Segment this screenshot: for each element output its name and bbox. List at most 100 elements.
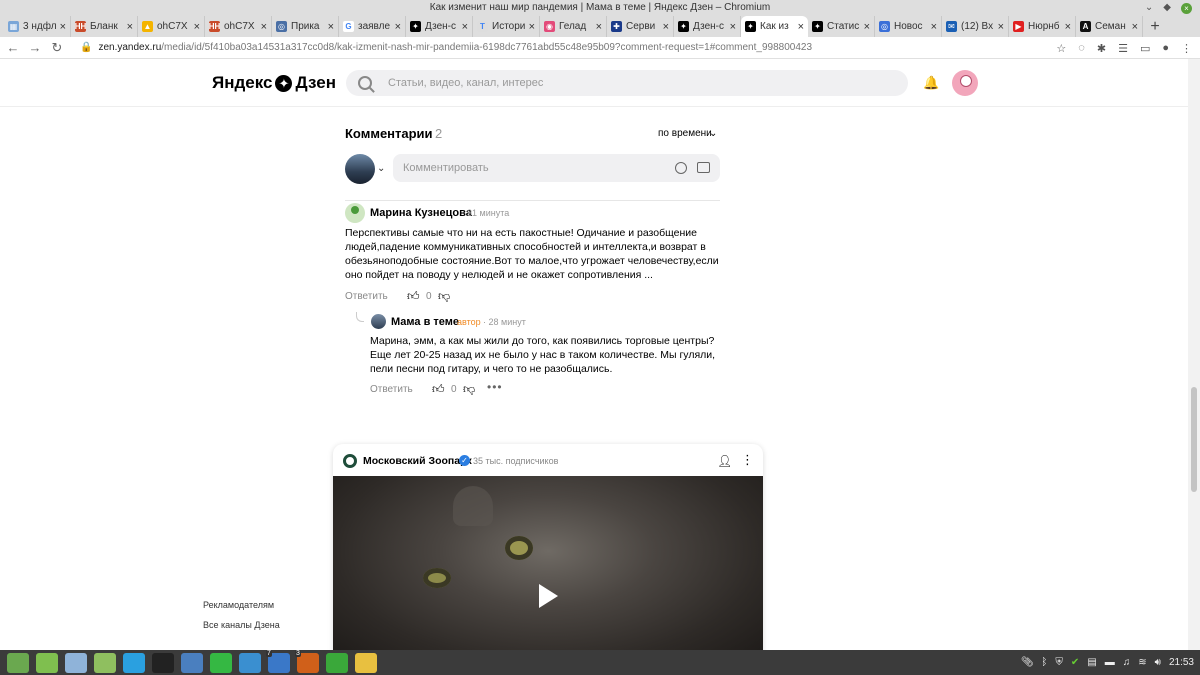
clipboard-icon[interactable]: ▤ — [1087, 657, 1096, 668]
comment-author[interactable]: Мама в теме — [391, 316, 459, 328]
browser-tab[interactable]: ◎ Прика × — [272, 16, 339, 37]
browser-tab[interactable]: ◉ Гелад × — [540, 16, 607, 37]
bell-icon[interactable]: 🔔 — [923, 75, 939, 91]
new-tab-button[interactable]: + — [1143, 16, 1167, 37]
browser-tab[interactable]: НН Бланк × — [71, 16, 138, 37]
folder-icon[interactable] — [94, 652, 116, 673]
tab-close-icon[interactable]: × — [1132, 21, 1138, 33]
lock-icon[interactable]: 🔒 — [80, 42, 92, 53]
thumbs-down-icon[interactable]: 👎︎ — [438, 289, 450, 304]
browser-tab[interactable]: ▶ Нюрнб × — [1009, 16, 1076, 37]
browser-tab[interactable]: НН ohC7X × — [205, 16, 272, 37]
scrollbar-track[interactable] — [1188, 59, 1200, 650]
tab-close-icon[interactable]: × — [663, 21, 669, 33]
flag-ru-icon[interactable]: ▬ — [1105, 657, 1115, 668]
sort-dropdown[interactable]: по времени — [658, 128, 712, 139]
kebab-menu-icon[interactable]: ⋮ — [1181, 42, 1192, 55]
mint-menu-icon[interactable] — [7, 652, 29, 673]
calc-icon[interactable] — [326, 652, 348, 673]
tab-close-icon[interactable]: × — [998, 21, 1004, 33]
files-icon[interactable] — [36, 652, 58, 673]
browser-tab[interactable]: ✚ Серви × — [607, 16, 674, 37]
thumbs-down-icon[interactable]: 👎︎ — [463, 382, 475, 397]
browser-tab[interactable]: A Семан × — [1076, 16, 1143, 37]
tab-close-icon[interactable]: × — [798, 21, 804, 33]
browser-tab[interactable]: ✦ Дзен-с × — [674, 16, 741, 37]
advertisers-link[interactable]: Рекламодателям — [203, 600, 274, 610]
url-field[interactable]: zen.yandex.ru/media/id/5f410ba03a14531a3… — [98, 42, 812, 53]
window-icon[interactable]: ▭ — [1140, 42, 1150, 55]
tab-close-icon[interactable]: × — [261, 21, 267, 33]
impress-icon[interactable]: 3 — [295, 649, 319, 673]
play-icon[interactable] — [539, 584, 558, 608]
skype-icon[interactable] — [123, 652, 145, 673]
browser-tab[interactable]: ◎ Новос × — [875, 16, 942, 37]
yandex-zen-logo[interactable]: Яндекс ✦ Дзен — [212, 73, 336, 93]
playlist-icon[interactable]: ☰ — [1118, 42, 1128, 55]
comment-author[interactable]: Марина Кузнецова — [370, 207, 472, 219]
subscribe-icon[interactable]: 👤︎ — [717, 454, 732, 468]
browser-tab[interactable]: T Истори × — [473, 16, 540, 37]
star-icon[interactable]: ☆ — [1056, 42, 1066, 55]
minimize-icon[interactable]: ⌄ — [1145, 0, 1153, 16]
reply-button[interactable]: Ответить — [345, 291, 388, 302]
commenter-avatar[interactable] — [345, 203, 365, 223]
channel-avatar[interactable] — [343, 454, 357, 468]
music-icon[interactable]: ♫ — [1123, 657, 1131, 668]
reply-button[interactable]: Ответить — [370, 384, 413, 395]
clock[interactable]: 21:53 — [1169, 657, 1194, 668]
my-avatar[interactable] — [345, 154, 375, 184]
browser-tab[interactable]: ✦ Как из × — [741, 16, 808, 37]
wifi-icon[interactable]: ≋ — [1138, 657, 1146, 668]
bluetooth-icon[interactable]: ᛒ — [1041, 657, 1047, 668]
video-thumbnail[interactable] — [333, 476, 763, 650]
puzzle-icon[interactable]: ✱ — [1097, 42, 1106, 55]
editor-icon[interactable] — [355, 652, 377, 673]
user-avatar[interactable] — [952, 70, 978, 96]
whatsapp-icon[interactable] — [210, 652, 232, 673]
back-arrow-icon[interactable]: ← — [4, 39, 22, 57]
all-channels-link[interactable]: Все каналы Дзена — [203, 620, 280, 630]
channel-name[interactable]: Московский Зоопарк — [363, 455, 472, 467]
chevron-down-icon[interactable]: ⌄ — [709, 128, 717, 139]
tab-close-icon[interactable]: × — [1065, 21, 1071, 33]
browser-tab[interactable]: ✦ Статис × — [808, 16, 875, 37]
paperclip-icon[interactable]: 📎︎ — [1021, 657, 1034, 668]
chromium-icon[interactable] — [65, 652, 87, 673]
camera-icon[interactable] — [697, 162, 710, 173]
thumbs-up-icon[interactable]: 👍︎ — [432, 382, 445, 397]
profile-icon[interactable]: ● — [1162, 42, 1169, 54]
maximize-icon[interactable]: ◆ — [1163, 0, 1171, 16]
tab-close-icon[interactable]: × — [60, 21, 66, 33]
close-icon[interactable]: × — [1181, 2, 1192, 14]
image-viewer-icon[interactable] — [181, 652, 203, 673]
terminal-icon[interactable] — [152, 652, 174, 673]
extension-icon[interactable]: ◌ — [1078, 42, 1085, 54]
tab-close-icon[interactable]: × — [395, 21, 401, 33]
kebab-menu-icon[interactable]: ⋮ — [741, 452, 754, 468]
update-check-icon[interactable]: ✔ — [1071, 657, 1079, 668]
chevron-down-icon[interactable]: ⌄ — [377, 163, 385, 174]
tab-close-icon[interactable]: × — [194, 21, 200, 33]
emoji-icon[interactable] — [675, 162, 687, 174]
monitor-icon[interactable] — [239, 652, 261, 673]
tab-close-icon[interactable]: × — [931, 21, 937, 33]
tab-close-icon[interactable]: × — [596, 21, 602, 33]
shield-icon[interactable]: ⛨ — [1055, 657, 1063, 668]
tab-close-icon[interactable]: × — [864, 21, 870, 33]
forward-arrow-icon[interactable]: → — [26, 39, 44, 57]
more-options-icon[interactable]: ••• — [487, 380, 503, 394]
browser-tab[interactable]: ▲ ohC7X × — [138, 16, 205, 37]
volume-icon[interactable]: 🔊︎ — [1155, 657, 1161, 668]
tab-close-icon[interactable]: × — [328, 21, 334, 33]
author-avatar[interactable] — [371, 314, 386, 329]
writer-icon[interactable]: 7 — [266, 649, 290, 673]
browser-tab[interactable]: ✦ Дзен-с × — [406, 16, 473, 37]
tab-close-icon[interactable]: × — [462, 21, 468, 33]
tab-close-icon[interactable]: × — [529, 21, 535, 33]
browser-tab[interactable]: ✉ (12) Вх × — [942, 16, 1009, 37]
browser-tab[interactable]: Gзаявле × — [339, 16, 406, 37]
browser-tab[interactable]: ▦ 3 ндфл × — [4, 16, 71, 37]
thumbs-up-icon[interactable]: 👍︎ — [407, 289, 420, 304]
reload-icon[interactable]: ↻ — [48, 39, 66, 57]
